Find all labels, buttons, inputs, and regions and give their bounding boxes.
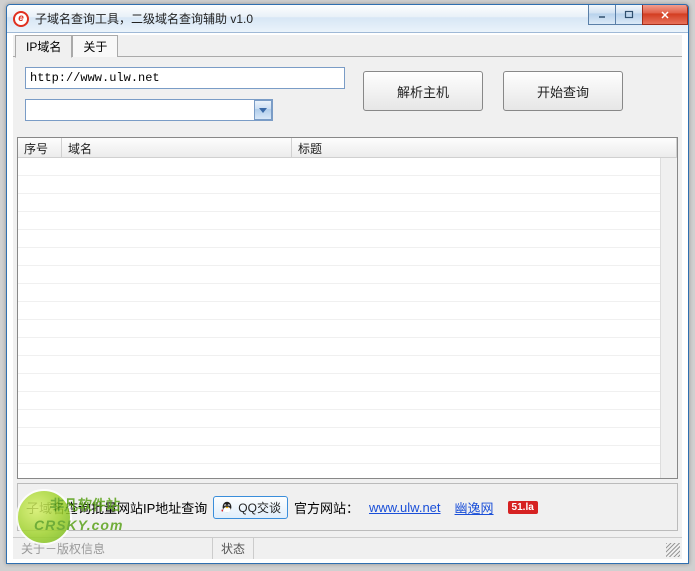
- table-row: [18, 158, 677, 176]
- client-area: IP域名 关于 解析主机 开始查询 序号 域名: [13, 35, 682, 559]
- maximize-button[interactable]: [615, 5, 643, 25]
- footer-description: 子域名查询批量网站IP地址查询: [26, 498, 207, 517]
- col-domain[interactable]: 域名: [62, 138, 292, 157]
- resize-grip-icon[interactable]: [666, 543, 680, 557]
- url-input[interactable]: [25, 67, 345, 89]
- combo-input[interactable]: [25, 99, 273, 121]
- table-row: [18, 284, 677, 302]
- table-row: [18, 356, 677, 374]
- table-row: [18, 320, 677, 338]
- table-row: [18, 176, 677, 194]
- start-query-button[interactable]: 开始查询: [503, 71, 623, 111]
- combo-wrap: [25, 99, 273, 121]
- minimize-button[interactable]: [588, 5, 616, 25]
- official-prefix: 官方网站：: [294, 498, 359, 517]
- tab-strip: IP域名 关于: [13, 35, 682, 57]
- button-label: 解析主机: [397, 82, 449, 101]
- table-row: [18, 446, 677, 464]
- status-bar: 关于－版权信息 状态: [13, 537, 682, 559]
- tab-label: 关于: [83, 40, 107, 54]
- table-row: [18, 338, 677, 356]
- table-row: [18, 194, 677, 212]
- table-row: [18, 230, 677, 248]
- tab-label: IP域名: [26, 40, 61, 54]
- button-row: 解析主机 开始查询: [363, 67, 623, 121]
- qq-chat-button[interactable]: QQ交谈: [213, 496, 288, 519]
- footer-panel: 子域名查询批量网站IP地址查询 QQ交谈 官方网站： www.ulw.net 幽…: [17, 483, 678, 531]
- button-label: 开始查询: [537, 82, 589, 101]
- left-inputs: [25, 67, 345, 121]
- status-state-label: 状态: [213, 538, 254, 559]
- status-left: 关于－版权信息: [13, 538, 213, 559]
- youyi-link[interactable]: 幽逸网: [455, 498, 494, 517]
- vertical-scrollbar[interactable]: [660, 158, 677, 478]
- titlebar[interactable]: e 子域名查询工具，二级域名查询辅助 v1.0: [7, 5, 688, 33]
- table-row: [18, 248, 677, 266]
- col-title[interactable]: 标题: [292, 138, 677, 157]
- official-site-link[interactable]: www.ulw.net: [369, 500, 441, 515]
- table-body[interactable]: [18, 158, 677, 478]
- table-row: [18, 428, 677, 446]
- table-row: [18, 212, 677, 230]
- table-row: [18, 410, 677, 428]
- window-controls: [589, 5, 688, 25]
- col-index[interactable]: 序号: [18, 138, 62, 157]
- table-header: 序号 域名 标题: [18, 138, 677, 158]
- app-window: e 子域名查询工具，二级域名查询辅助 v1.0 IP域名 关于: [6, 4, 689, 564]
- app-icon: e: [13, 11, 29, 27]
- resolve-host-button[interactable]: 解析主机: [363, 71, 483, 111]
- table-row: [18, 302, 677, 320]
- stats-badge[interactable]: 51.la: [508, 501, 538, 514]
- tab-about[interactable]: 关于: [72, 35, 118, 57]
- results-table: 序号 域名 标题: [17, 137, 678, 479]
- table-row: [18, 464, 677, 478]
- table-row: [18, 266, 677, 284]
- combo-dropdown-button[interactable]: [254, 100, 272, 120]
- window-title: 子域名查询工具，二级域名查询辅助 v1.0: [35, 10, 253, 27]
- input-panel: 解析主机 开始查询: [13, 57, 682, 129]
- close-button[interactable]: [642, 5, 688, 25]
- table-row: [18, 392, 677, 410]
- tab-ip-domain[interactable]: IP域名: [15, 35, 72, 58]
- chevron-down-icon: [259, 106, 267, 114]
- qq-label: QQ交谈: [238, 499, 281, 516]
- table-row: [18, 374, 677, 392]
- qq-icon: [220, 500, 234, 514]
